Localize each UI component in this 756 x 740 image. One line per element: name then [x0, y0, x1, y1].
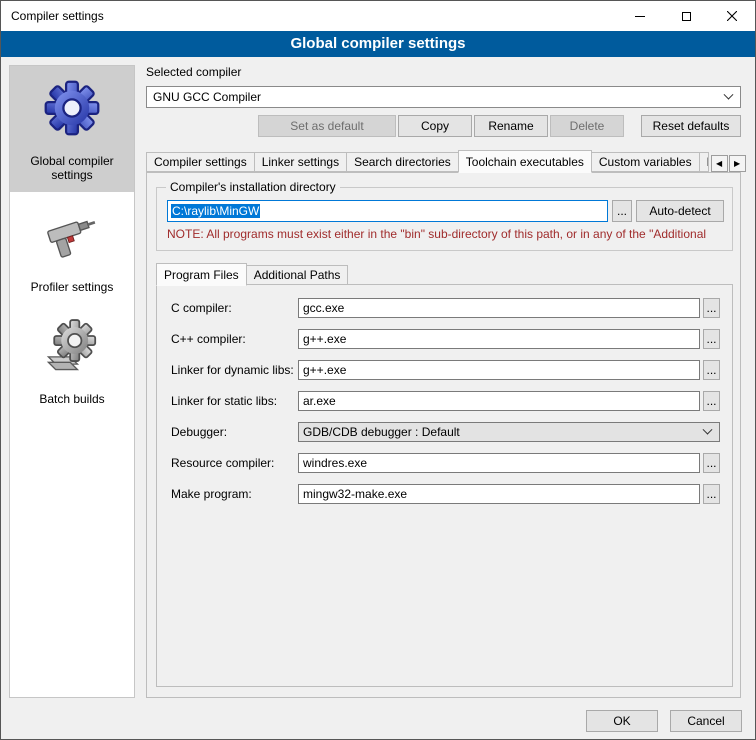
profiler-tool-icon	[43, 204, 101, 264]
debugger-select-value: GDB/CDB debugger : Default	[303, 425, 460, 439]
cpp-compiler-input[interactable]: g++.exe	[298, 329, 700, 349]
sidebar-item-label: Profiler settings	[31, 280, 114, 294]
static-linker-row: Linker for static libs: ar.exe ...	[171, 391, 720, 411]
resource-compiler-label: Resource compiler:	[171, 456, 298, 470]
window-title: Compiler settings	[1, 9, 104, 23]
maximize-icon	[682, 12, 691, 21]
static-linker-browse-button[interactable]: ...	[703, 391, 720, 411]
resource-compiler-browse-button[interactable]: ...	[703, 453, 720, 473]
reset-defaults-button[interactable]: Reset defaults	[641, 115, 741, 137]
sidebar-item-profiler-settings[interactable]: Profiler settings	[10, 192, 134, 304]
program-files-panel: C compiler: gcc.exe ... C++ compiler: g+…	[156, 284, 733, 687]
c-compiler-value: gcc.exe	[303, 301, 344, 315]
cpp-compiler-row: C++ compiler: g++.exe ...	[171, 329, 720, 349]
minimize-icon	[635, 16, 645, 17]
c-compiler-row: C compiler: gcc.exe ...	[171, 298, 720, 318]
debugger-select[interactable]: GDB/CDB debugger : Default	[298, 422, 720, 442]
resource-compiler-row: Resource compiler: windres.exe ...	[171, 453, 720, 473]
installation-directory-group-title: Compiler's installation directory	[166, 180, 340, 194]
tab-search-directories[interactable]: Search directories	[346, 152, 459, 172]
auto-detect-button[interactable]: Auto-detect	[636, 200, 724, 222]
resource-compiler-input[interactable]: windres.exe	[298, 453, 700, 473]
dialog-content: Global compiler settings Profiler settin…	[1, 57, 755, 698]
dynamic-linker-row: Linker for dynamic libs: g++.exe ...	[171, 360, 720, 380]
button-spacer	[626, 115, 639, 137]
dynamic-linker-browse-button[interactable]: ...	[703, 360, 720, 380]
tab-toolchain-executables[interactable]: Toolchain executables	[458, 150, 592, 173]
selected-compiler-label: Selected compiler	[146, 65, 741, 80]
bin-subdirectory-note: NOTE: All programs must exist either in …	[167, 227, 724, 242]
tab-scroll-buttons: ◀ ▶	[708, 155, 746, 172]
make-program-input[interactable]: mingw32-make.exe	[298, 484, 700, 504]
ok-button[interactable]: OK	[586, 710, 658, 732]
subtab-additional-paths[interactable]: Additional Paths	[246, 265, 349, 285]
window-controls	[617, 1, 755, 31]
gray-gear-stack-icon	[43, 316, 101, 376]
installation-directory-browse-button[interactable]: ...	[612, 200, 632, 222]
resource-compiler-value: windres.exe	[303, 456, 367, 470]
debugger-label: Debugger:	[171, 425, 298, 439]
c-compiler-browse-button[interactable]: ...	[703, 298, 720, 318]
compiler-select[interactable]: GNU GCC Compiler	[146, 86, 741, 108]
dynamic-linker-value: g++.exe	[303, 363, 346, 377]
installation-directory-input[interactable]: C:\raylib\MinGW	[167, 200, 608, 222]
settings-sidebar: Global compiler settings Profiler settin…	[9, 65, 135, 698]
compiler-select-value: GNU GCC Compiler	[153, 90, 261, 104]
copy-button[interactable]: Copy	[398, 115, 472, 137]
close-icon	[727, 11, 737, 21]
dynamic-linker-label: Linker for dynamic libs:	[171, 363, 298, 377]
cpp-compiler-browse-button[interactable]: ...	[703, 329, 720, 349]
sidebar-item-label: Global compiler settings	[12, 154, 132, 182]
installation-directory-value: C:\raylib\MinGW	[171, 204, 260, 218]
sidebar-item-batch-builds[interactable]: Batch builds	[10, 304, 134, 416]
tab-custom-variables[interactable]: Custom variables	[591, 152, 700, 172]
dynamic-linker-input[interactable]: g++.exe	[298, 360, 700, 380]
titlebar: Compiler settings	[1, 1, 755, 31]
close-button[interactable]	[709, 1, 755, 31]
page-title: Global compiler settings	[1, 31, 755, 57]
tab-scroll-right-icon[interactable]: ▶	[729, 155, 746, 172]
subtab-program-files[interactable]: Program Files	[156, 263, 247, 286]
set-as-default-button[interactable]: Set as default	[258, 115, 396, 137]
c-compiler-input[interactable]: gcc.exe	[298, 298, 700, 318]
compiler-settings-window: { "window": { "title": "Compiler setting…	[0, 0, 756, 740]
settings-tabs: Compiler settings Linker settings Search…	[146, 150, 741, 172]
debugger-row: Debugger: GDB/CDB debugger : Default	[171, 422, 720, 442]
program-subtabs: Program Files Additional Paths	[156, 263, 740, 285]
static-linker-input[interactable]: ar.exe	[298, 391, 700, 411]
maximize-button[interactable]	[663, 1, 709, 31]
toolchain-form: C compiler: gcc.exe ... C++ compiler: g+…	[157, 285, 732, 504]
tab-compiler-settings[interactable]: Compiler settings	[146, 152, 255, 172]
rename-button[interactable]: Rename	[474, 115, 548, 137]
tab-linker-settings[interactable]: Linker settings	[254, 152, 347, 172]
make-program-browse-button[interactable]: ...	[703, 484, 720, 504]
sidebar-item-global-compiler-settings[interactable]: Global compiler settings	[10, 66, 134, 192]
blue-gear-icon	[43, 78, 101, 138]
chevron-down-icon	[724, 89, 734, 99]
make-program-label: Make program:	[171, 487, 298, 501]
c-compiler-label: C compiler:	[171, 301, 298, 315]
chevron-down-icon	[703, 424, 713, 434]
cpp-compiler-value: g++.exe	[303, 332, 346, 346]
toolchain-executables-panel: Compiler's installation directory C:\ray…	[146, 172, 741, 698]
static-linker-label: Linker for static libs:	[171, 394, 298, 408]
delete-button[interactable]: Delete	[550, 115, 624, 137]
cancel-button[interactable]: Cancel	[670, 710, 742, 732]
cpp-compiler-label: C++ compiler:	[171, 332, 298, 346]
make-program-value: mingw32-make.exe	[303, 487, 407, 501]
installation-directory-row: C:\raylib\MinGW ... Auto-detect	[167, 200, 724, 222]
sidebar-item-label: Batch builds	[39, 392, 104, 406]
main-panel: Selected compiler GNU GCC Compiler Set a…	[146, 65, 741, 698]
compiler-actions: Set as default Copy Rename Delete Reset …	[146, 115, 741, 137]
minimize-button[interactable]	[617, 1, 663, 31]
tab-scroll-left-icon[interactable]: ◀	[711, 155, 728, 172]
installation-directory-group: Compiler's installation directory C:\ray…	[156, 187, 733, 251]
dialog-footer: OK Cancel	[1, 698, 755, 732]
static-linker-value: ar.exe	[303, 394, 336, 408]
make-program-row: Make program: mingw32-make.exe ...	[171, 484, 720, 504]
